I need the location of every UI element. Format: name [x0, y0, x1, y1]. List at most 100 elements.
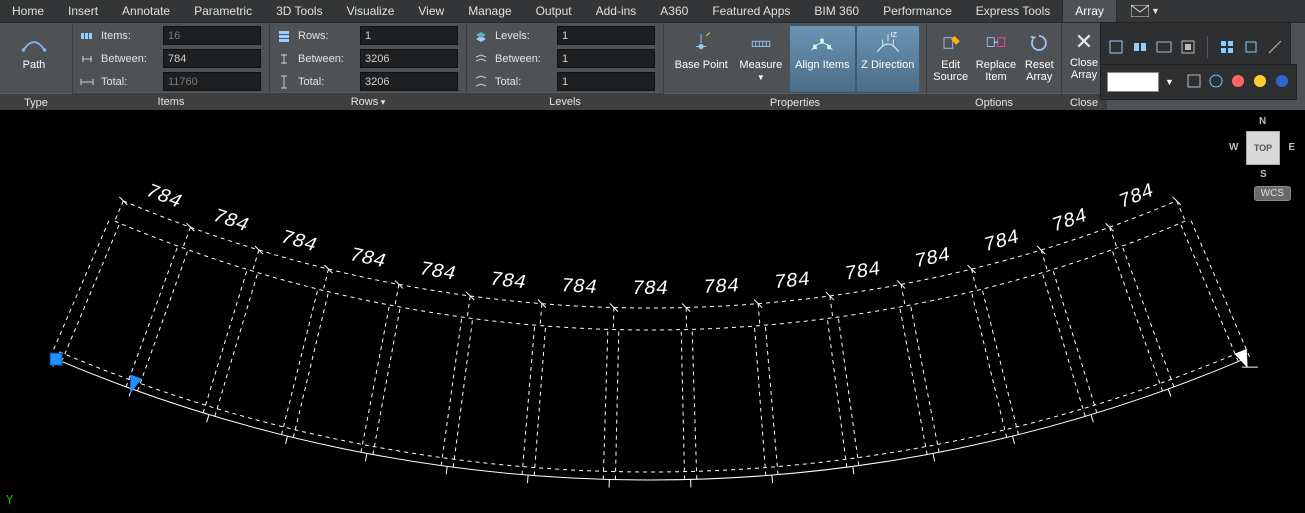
svg-text:784: 784 [347, 244, 387, 274]
qat-icon[interactable] [1252, 73, 1268, 92]
items-total-label: Total: [101, 76, 159, 88]
svg-text:784: 784 [278, 226, 319, 258]
view-cube-s: S [1260, 169, 1267, 180]
svg-text:784: 784 [1116, 180, 1158, 215]
levels-between-label: Between: [495, 53, 553, 65]
view-cube-w: W [1229, 142, 1238, 153]
panel-rows-title[interactable]: Rows [270, 92, 466, 111]
panel-levels: Levels: Between: Total: Levels [467, 23, 664, 111]
levels-total-input[interactable] [557, 72, 655, 91]
panel-properties: Base Point Measure ▼ Align Items tZ Z Di… [664, 23, 927, 111]
replace-item-label: Replace Item [976, 59, 1016, 83]
qat-icon[interactable] [1218, 38, 1236, 56]
tab-view[interactable]: View [406, 0, 456, 22]
tab-home[interactable]: Home [0, 0, 56, 22]
measure-button[interactable]: Measure ▼ [733, 25, 790, 93]
svg-text:tZ: tZ [890, 32, 897, 39]
layer-dropdown[interactable] [1107, 72, 1159, 92]
close-icon: ✕ [1075, 29, 1093, 55]
items-count-icon [79, 28, 95, 44]
rows-count-input[interactable] [360, 26, 458, 45]
base-point-label: Base Point [675, 59, 728, 71]
panel-type: Path Type [0, 23, 73, 111]
tab-output[interactable]: Output [524, 0, 584, 22]
align-items-button[interactable]: Align Items [789, 25, 855, 93]
panel-options: Edit Source Replace Item Reset Array Opt… [927, 23, 1062, 111]
view-cube[interactable]: TOP N S E W [1233, 118, 1293, 178]
path-label: Path [23, 59, 46, 71]
rows-total-label: Total: [298, 76, 356, 88]
rows-count-label: Rows: [298, 30, 356, 42]
edit-source-button[interactable]: Edit Source [929, 25, 972, 93]
tab-manage[interactable]: Manage [456, 0, 523, 22]
tab-array[interactable]: Array [1062, 0, 1117, 22]
close-array-button[interactable]: ✕ Close Array [1064, 25, 1104, 93]
rows-between-label: Between: [298, 53, 356, 65]
rows-total-input[interactable] [360, 72, 458, 91]
tab-bim-360[interactable]: BIM 360 [802, 0, 871, 22]
rows-count-icon [276, 28, 292, 44]
menu-tabs: HomeInsertAnnotateParametric3D ToolsVisu… [0, 0, 1305, 23]
levels-between-input[interactable] [557, 49, 655, 68]
qat-icon[interactable] [1230, 73, 1246, 92]
qat-icon[interactable] [1155, 38, 1173, 56]
items-total-icon [79, 74, 95, 90]
items-total-input[interactable] [163, 72, 261, 91]
qat-icon[interactable] [1186, 73, 1202, 92]
align-items-label: Align Items [795, 59, 849, 71]
quick-access-toolbar-2: ▼ [1100, 64, 1297, 100]
mail-icon[interactable]: ▼ [1123, 0, 1168, 22]
view-cube-n: N [1259, 116, 1266, 127]
levels-count-label: Levels: [495, 30, 553, 42]
tab-express-tools[interactable]: Express Tools [964, 0, 1062, 22]
levels-count-icon [473, 28, 489, 44]
tab-a360[interactable]: A360 [648, 0, 700, 22]
qat-icon[interactable] [1131, 38, 1149, 56]
panel-levels-title: Levels [467, 92, 663, 111]
view-cube-top[interactable]: TOP [1246, 131, 1280, 165]
items-between-label: Between: [101, 53, 159, 65]
ucs-indicator: Y [6, 493, 13, 507]
levels-count-input[interactable] [557, 26, 655, 45]
svg-text:784: 784 [418, 258, 457, 286]
svg-text:784: 784 [489, 269, 527, 296]
qat-icon[interactable] [1274, 73, 1290, 92]
drawing-canvas[interactable]: 7847847847847847847847847847847847847847… [0, 110, 1305, 513]
tab-parametric[interactable]: Parametric [182, 0, 264, 22]
svg-text:784: 784 [1049, 205, 1090, 238]
items-count-input[interactable] [163, 26, 261, 45]
close-array-label: Close Array [1070, 57, 1098, 81]
rows-between-input[interactable] [360, 49, 458, 68]
panel-rows: Rows: Between: Total: Rows [270, 23, 467, 111]
items-count-label: Items: [101, 30, 159, 42]
tab-insert[interactable]: Insert [56, 0, 110, 22]
tab-annotate[interactable]: Annotate [110, 0, 182, 22]
svg-text:784: 784 [703, 275, 740, 300]
levels-between-icon [473, 51, 489, 67]
qat-icon[interactable] [1107, 38, 1125, 56]
replace-item-button[interactable]: Replace Item [972, 25, 1019, 93]
panel-items-title: Items [73, 92, 269, 111]
svg-text:784: 784 [632, 278, 668, 301]
qat-icon[interactable] [1266, 38, 1284, 56]
svg-text:784: 784 [210, 205, 251, 238]
z-direction-button[interactable]: tZ Z Direction [856, 25, 920, 93]
tab-add-ins[interactable]: Add-ins [584, 0, 649, 22]
svg-text:784: 784 [843, 258, 882, 286]
panel-items: Items: Between: Total: Items [73, 23, 270, 111]
qat-icon[interactable] [1208, 73, 1224, 92]
tab-performance[interactable]: Performance [871, 0, 964, 22]
qat-icon[interactable] [1242, 38, 1260, 56]
svg-text:784: 784 [912, 244, 952, 274]
tab-3d-tools[interactable]: 3D Tools [264, 0, 334, 22]
qat-icon[interactable] [1179, 38, 1197, 56]
items-between-input[interactable] [163, 49, 261, 68]
reset-array-button[interactable]: Reset Array [1020, 25, 1059, 93]
tab-visualize[interactable]: Visualize [335, 0, 407, 22]
svg-text:784: 784 [981, 226, 1022, 258]
wcs-badge[interactable]: WCS [1254, 186, 1291, 201]
tab-featured-apps[interactable]: Featured Apps [700, 0, 802, 22]
reset-array-label: Reset Array [1025, 59, 1054, 83]
path-button[interactable]: Path [6, 25, 62, 93]
base-point-button[interactable]: Base Point [670, 25, 733, 93]
